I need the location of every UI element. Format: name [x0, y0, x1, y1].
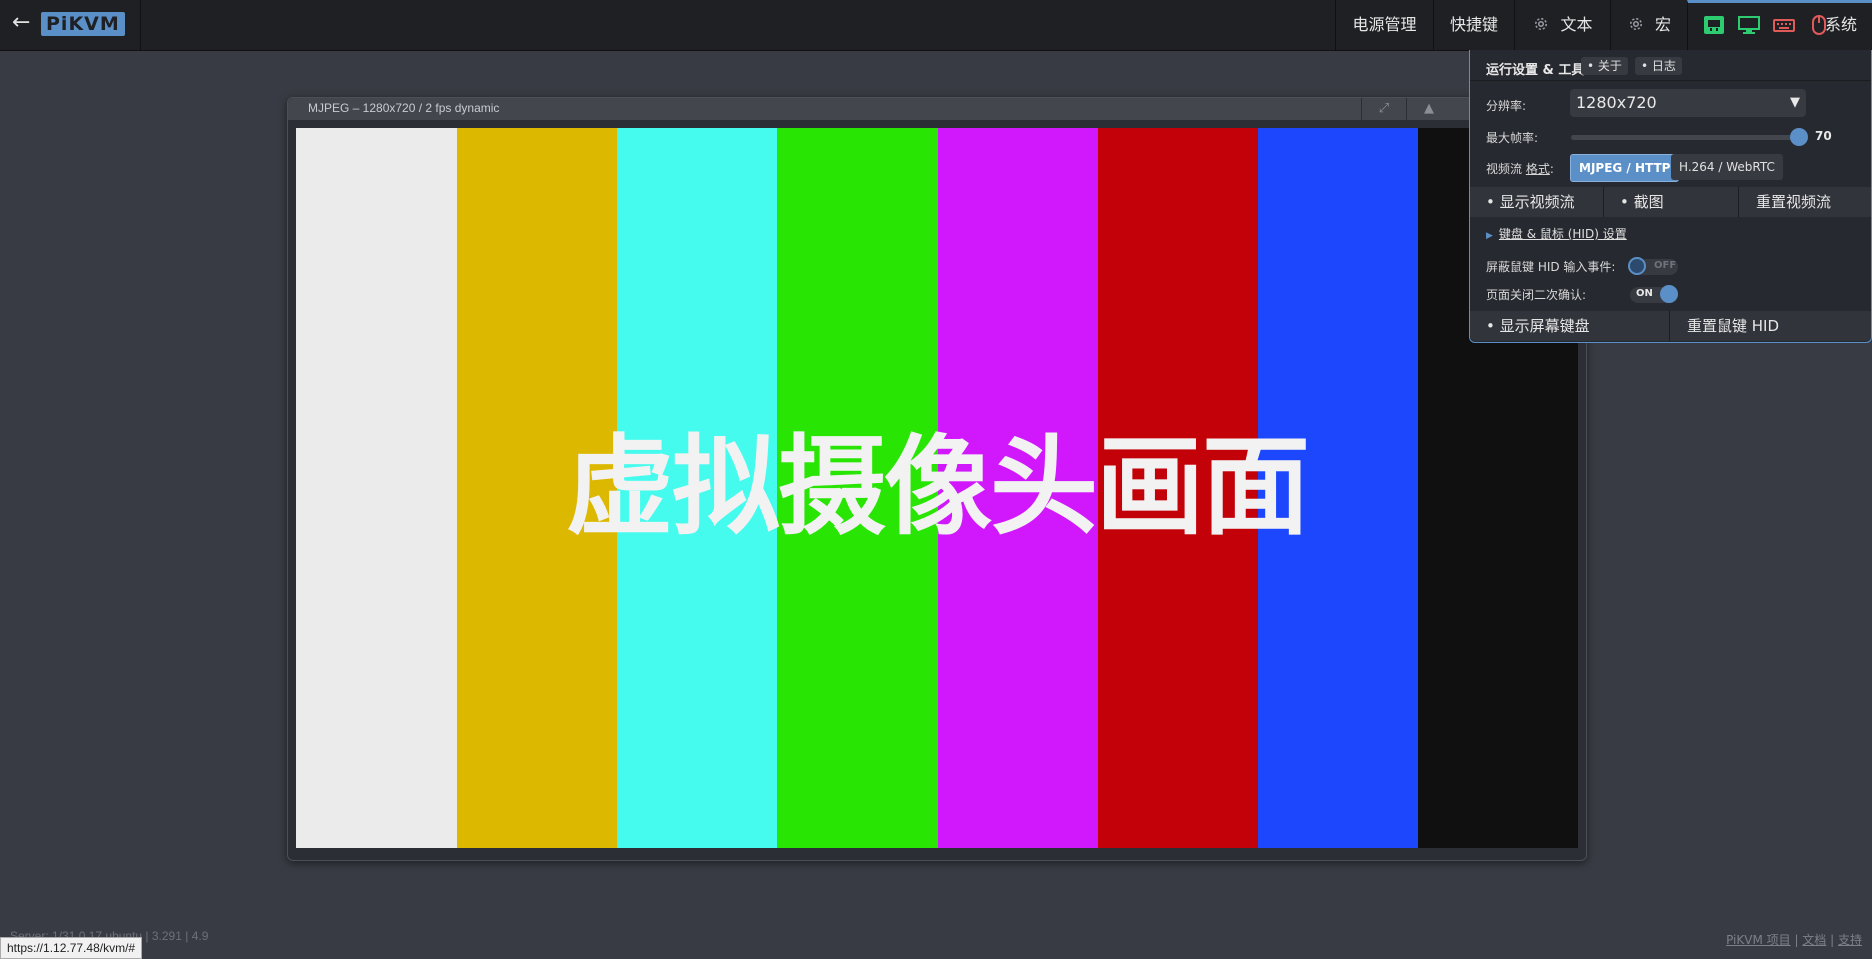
- docs-link[interactable]: 文档: [1802, 933, 1826, 947]
- about-button[interactable]: • 关于: [1581, 57, 1628, 75]
- mute-hid-label: 屏蔽鼠键 HID 输入事件:: [1486, 260, 1616, 274]
- maximize-up-icon[interactable]: ▲: [1406, 98, 1451, 120]
- switch-knob: [1660, 285, 1678, 303]
- divider: [1470, 80, 1871, 81]
- resolution-value: 1280x720: [1576, 93, 1657, 112]
- project-link[interactable]: PiKVM 项目: [1726, 933, 1791, 947]
- stream-format-label: 视频流 格式:: [1486, 160, 1554, 177]
- footer-separator: |: [1826, 933, 1838, 947]
- footer-links: PiKVM 项目 | 文档 | 支持: [1726, 931, 1862, 948]
- hid-settings-link[interactable]: 键盘 & 鼠标 (HID) 设置: [1499, 227, 1627, 241]
- max-fps-value: 70: [1815, 129, 1832, 143]
- support-link[interactable]: 支持: [1838, 933, 1862, 947]
- pikvm-logo[interactable]: PiKVM: [41, 12, 125, 36]
- resolution-select[interactable]: 1280x720 ▼: [1570, 89, 1806, 117]
- menu-text-label: 文本: [1560, 15, 1593, 34]
- stream-window-header[interactable]: MJPEG – 1280x720 / 2 fps dynamic ⤢ ▲: [288, 98, 1586, 120]
- stream-overlay-text: 虚拟摄像头画面: [565, 425, 1310, 550]
- panel-title: 运行设置 & 工具: [1486, 63, 1585, 78]
- menu-macro-label: 宏: [1654, 15, 1671, 34]
- confirm-close-switch[interactable]: ON: [1630, 285, 1678, 303]
- stream-format-suffix: :: [1549, 162, 1554, 176]
- log-button[interactable]: • 日志: [1635, 57, 1682, 75]
- gear-icon: [1629, 18, 1642, 30]
- back-arrow-icon[interactable]: ←: [12, 10, 30, 35]
- resolution-label: 分辨率:: [1486, 99, 1527, 113]
- reset-hid-button[interactable]: 重置鼠键 HID: [1671, 311, 1871, 341]
- gear-icon: [1535, 18, 1548, 30]
- status-icons: [1703, 15, 1838, 35]
- monitor-icon: [1738, 15, 1761, 35]
- network-icon: [1703, 15, 1725, 35]
- menu-shortcuts[interactable]: 快捷键: [1433, 0, 1514, 50]
- keyboard-icon: [1773, 15, 1796, 35]
- format-webrtc-button[interactable]: H.264 / WebRTC: [1671, 154, 1783, 180]
- triangle-right-icon: ▶: [1486, 231, 1493, 241]
- fullscreen-icon[interactable]: ⤢: [1361, 98, 1406, 120]
- stream-window[interactable]: MJPEG – 1280x720 / 2 fps dynamic ⤢ ▲ 虚拟摄…: [287, 97, 1587, 861]
- hid-settings-toggle[interactable]: ▶ 键盘 & 鼠标 (HID) 设置: [1486, 225, 1627, 242]
- stream-format-prefix: 视频流: [1486, 162, 1526, 176]
- confirm-close-state: ON: [1636, 288, 1653, 299]
- menu-text[interactable]: 文本: [1514, 0, 1610, 50]
- max-fps-slider-track[interactable]: [1571, 135, 1799, 140]
- chevron-down-icon: ▼: [1790, 95, 1800, 110]
- menu-power-label: 电源管理: [1352, 15, 1417, 34]
- switch-knob: [1628, 257, 1646, 275]
- mute-hid-switch[interactable]: OFF: [1628, 257, 1678, 275]
- system-settings-panel: 运行设置 & 工具 • 关于 • 日志 分辨率: 1280x720 ▼ 最大帧率…: [1469, 50, 1872, 343]
- mouse-icon: [1808, 15, 1830, 35]
- max-fps-label: 最大帧率:: [1486, 131, 1539, 145]
- footer-separator: |: [1790, 933, 1803, 947]
- top-navbar: ← PiKVM 电源管理 快捷键 文本 宏 系统: [0, 0, 1872, 51]
- reset-stream-button[interactable]: 重置视频流: [1740, 187, 1871, 217]
- confirm-close-label: 页面关闭二次确认:: [1486, 288, 1587, 302]
- max-fps-slider-handle[interactable]: [1790, 128, 1808, 146]
- url-tooltip: https://1.12.77.48/kvm/#: [0, 937, 143, 959]
- screenshot-button[interactable]: • 截图: [1605, 187, 1739, 217]
- hid-actions-row: • 显示屏幕键盘 重置鼠键 HID: [1470, 311, 1871, 341]
- menu-shortcuts-label: 快捷键: [1449, 15, 1498, 34]
- brand-area: ← PiKVM: [0, 0, 141, 50]
- stream-format-link[interactable]: 格式: [1526, 162, 1550, 176]
- show-stream-button[interactable]: • 显示视频流: [1470, 187, 1604, 217]
- stream-actions-row: • 显示视频流 • 截图 重置视频流: [1470, 187, 1871, 217]
- show-keyboard-button[interactable]: • 显示屏幕键盘: [1470, 311, 1670, 341]
- menu-macro[interactable]: 宏: [1610, 0, 1687, 50]
- stream-video[interactable]: 虚拟摄像头画面: [296, 128, 1578, 848]
- menu-power[interactable]: 电源管理: [1335, 0, 1433, 50]
- mute-hid-state: OFF: [1654, 260, 1677, 271]
- format-mjpeg-button[interactable]: MJPEG / HTTP: [1570, 154, 1680, 182]
- stream-title: MJPEG – 1280x720 / 2 fps dynamic: [308, 101, 500, 115]
